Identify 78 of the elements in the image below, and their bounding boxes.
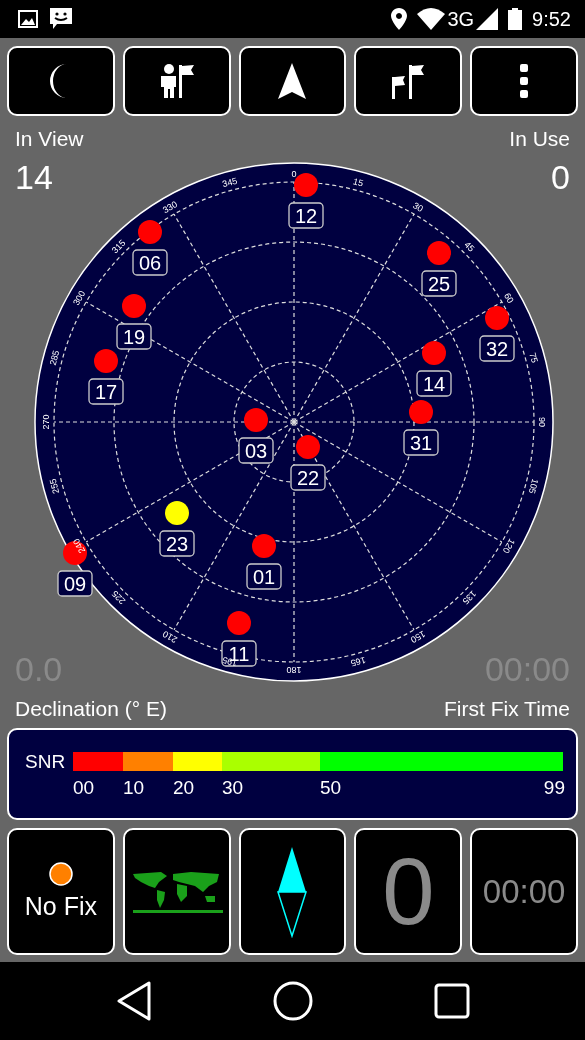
satellite-label: 31 (402, 429, 439, 456)
bearing-label: 180 (286, 665, 301, 675)
location-icon (391, 8, 408, 30)
bearing-label: 285 (47, 349, 61, 367)
wifi-icon (417, 8, 446, 30)
bearing-label: 300 (70, 289, 87, 307)
satellite-label: 25 (420, 270, 457, 297)
satellite-label: 12 (287, 202, 324, 229)
bearing-label: 270 (40, 414, 51, 430)
back-button[interactable] (115, 981, 152, 1021)
in-use-label: In Use (509, 128, 570, 149)
snr-scale-label: 10 (123, 778, 146, 798)
snr-scale-label: 50 (320, 778, 342, 798)
satellite-label: 03 (237, 437, 274, 464)
bearing-label: 90 (536, 417, 547, 427)
bearing-label: 30 (410, 200, 425, 215)
info-tile[interactable]: No Fix (7, 828, 115, 955)
info-tile[interactable] (122, 828, 231, 955)
battery-icon (508, 8, 523, 30)
person-flag-icon (158, 63, 195, 99)
info-tile[interactable]: 00:00 (470, 828, 578, 955)
fix-status: No Fix (24, 892, 97, 921)
bearing-label: 15 (351, 176, 364, 189)
bearing-label: 105 (526, 477, 540, 495)
bearing-label: 135 (460, 588, 478, 607)
in-view-label: In View (15, 128, 84, 149)
fix-time-label: First Fix Time (444, 697, 570, 721)
night-mode-button[interactable] (7, 46, 115, 116)
bearing-label: 60 (501, 291, 516, 305)
bearing-label: 150 (408, 628, 427, 645)
network-type: 3G (447, 7, 475, 31)
in-use-count: 0 (551, 160, 570, 194)
user-button[interactable] (122, 46, 231, 116)
image-icon (18, 10, 38, 28)
satellite-label: 23 (158, 530, 195, 557)
bearing-label: 330 (160, 199, 179, 216)
menu-button[interactable] (470, 46, 578, 116)
satellite-label: 19 (115, 323, 152, 350)
signal-icon (476, 8, 499, 30)
navigate-button[interactable] (238, 46, 347, 116)
snr-scale-label: 30 (222, 778, 245, 798)
chat-icon (48, 7, 74, 31)
bearing-label: 225 (109, 588, 127, 607)
world-map-icon (130, 869, 223, 914)
satellite-label: 22 (289, 464, 326, 491)
satellite-label: 14 (415, 370, 452, 397)
satellite-label: 09 (56, 570, 93, 597)
bearing-label: 210 (160, 628, 179, 645)
bearing-label: 345 (220, 175, 238, 190)
bearing-label: 0 (291, 169, 296, 179)
info-tile[interactable]: 0 (354, 828, 463, 955)
home-button[interactable] (272, 981, 313, 1021)
bearing-label: 75 (526, 351, 540, 364)
in-view-count: 14 (15, 160, 53, 194)
more-menu-icon (519, 64, 530, 98)
info-tile[interactable] (238, 828, 347, 955)
satellite-label: 01 (245, 563, 282, 590)
flags-icon (390, 63, 427, 99)
bearing-label: 240 (70, 537, 87, 555)
bearing-label: 45 (461, 239, 476, 254)
declination-label: Declination (° E) (15, 697, 167, 721)
navigation-arrow-icon (278, 63, 307, 99)
snr-title: SNR (25, 752, 67, 774)
recents-button[interactable] (433, 983, 470, 1019)
satellite-label: 32 (478, 335, 515, 362)
snr-scale-label: 20 (173, 778, 196, 798)
snr-scale-label: 99 (543, 778, 565, 798)
satellite-count: 0 (382, 844, 435, 939)
bearing-label: 255 (47, 477, 61, 495)
satellite-label: 17 (87, 378, 124, 405)
time-to-fix: 00:00 (482, 872, 566, 911)
waypoints-button[interactable] (354, 46, 463, 116)
bearing-label: 165 (349, 654, 367, 669)
clock: 9:52 (532, 7, 571, 31)
satellite-label: 06 (131, 249, 168, 276)
bearing-label: 315 (109, 237, 127, 256)
bearing-label: 120 (500, 537, 517, 555)
snr-scale-label: 00 (73, 778, 96, 798)
